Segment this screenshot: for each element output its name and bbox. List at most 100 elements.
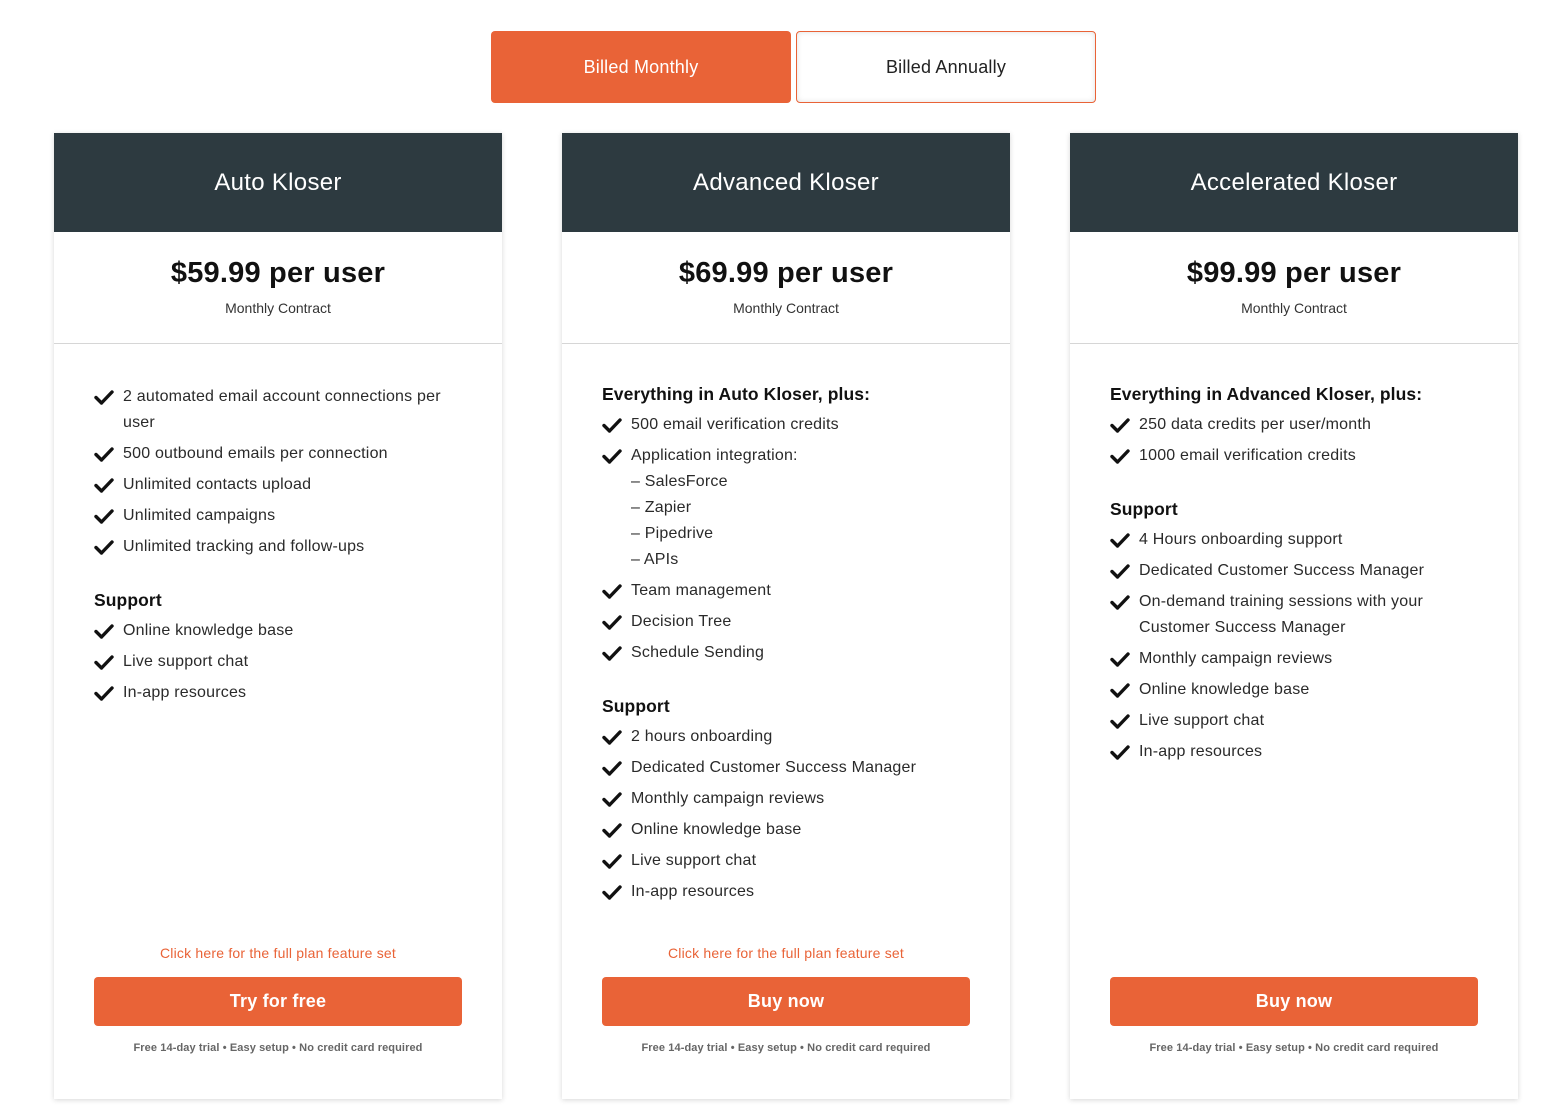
support-text: 4 Hours onboarding support [1139,531,1343,548]
billing-toggle: Billed Monthly Billed Annually [491,31,1096,103]
integration-item: – Pipedrive [631,525,714,542]
fine-print: Free 14-day trial • Easy setup • No cred… [1149,1042,1439,1054]
integration-list: – SalesForce – Zapier – Pipedrive – APIs [602,469,970,573]
contract-type: Monthly Contract [225,300,331,316]
support-item: Live support chat [602,848,970,874]
full-feature-set-link[interactable]: Click here for the full plan feature set [602,945,970,965]
support-text: On-demand training sessions with your Cu… [1139,593,1423,636]
support-item: 2 hours onboarding [602,724,970,750]
plan-name: Advanced Kloser [562,133,1010,232]
feature-list: Everything in Advanced Kloser, plus: 250… [1070,344,1518,765]
support-item: Dedicated Customer Success Manager [1110,558,1478,584]
feature-text: Unlimited campaigns [123,507,276,524]
feature-list: 2 automated email account connections pe… [54,344,502,706]
billed-annually-button[interactable]: Billed Annually [796,31,1096,103]
check-icon [94,472,123,498]
feature-text: 2 automated email account connections pe… [123,388,441,431]
plan-price: $69.99 per user [678,257,894,289]
check-icon [1110,412,1139,438]
try-for-free-button[interactable]: Try for free [94,977,462,1026]
check-icon [602,443,631,469]
card-footer: Buy now Free 14-day trial • Easy setup •… [1110,945,1478,1054]
support-item: Live support chat [1110,708,1478,734]
support-heading: Support [1110,499,1178,519]
feature-item: Decision Tree [602,609,970,635]
check-icon [1110,589,1139,615]
plan-name: Auto Kloser [54,133,502,232]
plan-intro: Everything in Auto Kloser, plus: [602,384,870,404]
feature-text: Application integration: [631,447,798,464]
support-item: Online knowledge base [1110,677,1478,703]
buy-now-button[interactable]: Buy now [1110,977,1478,1026]
check-icon [1110,443,1139,469]
check-icon [1110,708,1139,734]
feature-item: 500 outbound emails per connection [94,441,462,467]
integration-item: – APIs [631,551,679,568]
card-footer: Click here for the full plan feature set… [94,945,462,1054]
contract-type: Monthly Contract [1241,300,1347,316]
check-icon [94,384,123,410]
feature-item: 500 email verification credits [602,412,970,438]
feature-item: Unlimited contacts upload [94,472,462,498]
check-icon [94,441,123,467]
support-text: Online knowledge base [123,622,294,639]
support-item: 4 Hours onboarding support [1110,527,1478,553]
support-text: Live support chat [631,852,757,869]
feature-text: 250 data credits per user/month [1139,416,1372,433]
check-icon [602,578,631,604]
check-icon [602,848,631,874]
check-icon [602,609,631,635]
support-item: Online knowledge base [94,618,462,644]
check-icon [94,534,123,560]
full-feature-set-link[interactable]: Click here for the full plan feature set [94,945,462,965]
feature-text: Schedule Sending [631,644,765,661]
billed-monthly-button[interactable]: Billed Monthly [491,31,791,103]
check-icon [602,724,631,750]
check-icon [1110,558,1139,584]
support-item: Dedicated Customer Success Manager [602,755,970,781]
integration-item: – SalesForce [631,473,728,490]
plan-card-advanced-kloser: Advanced Kloser $69.99 per user Monthly … [562,133,1010,1099]
plan-card-accelerated-kloser: Accelerated Kloser $99.99 per user Month… [1070,133,1518,1099]
check-icon [1110,739,1139,765]
feature-item: 1000 email verification credits [1110,443,1478,469]
support-item: Monthly campaign reviews [602,786,970,812]
support-item: Monthly campaign reviews [1110,646,1478,672]
fine-print: Free 14-day trial • Easy setup • No cred… [133,1042,423,1054]
plan-intro: Everything in Advanced Kloser, plus: [1110,384,1423,404]
check-icon [602,817,631,843]
price-block: $69.99 per user Monthly Contract [562,232,1010,344]
support-text: Dedicated Customer Success Manager [1139,562,1425,579]
feature-item: Schedule Sending [602,640,970,666]
check-icon [602,879,631,905]
check-icon [94,680,123,706]
plan-price: $59.99 per user [170,257,386,289]
support-item: Online knowledge base [602,817,970,843]
feature-item: Unlimited tracking and follow-ups [94,534,462,560]
support-text: Live support chat [1139,712,1265,729]
feature-text: 500 email verification credits [631,416,839,433]
feature-text: Decision Tree [631,613,732,630]
check-icon [602,640,631,666]
support-text: In-app resources [1139,743,1263,760]
feature-text: Unlimited tracking and follow-ups [123,538,365,555]
check-icon [1110,677,1139,703]
buy-now-button[interactable]: Buy now [602,977,970,1026]
integration-item: – Zapier [631,499,692,516]
plan-name: Accelerated Kloser [1070,133,1518,232]
support-text: Monthly campaign reviews [631,790,825,807]
feature-text: Unlimited contacts upload [123,476,312,493]
card-footer: Click here for the full plan feature set… [602,945,970,1054]
feature-item: 250 data credits per user/month [1110,412,1478,438]
contract-type: Monthly Contract [733,300,839,316]
support-text: In-app resources [631,883,755,900]
feature-list: Everything in Auto Kloser, plus: 500 ema… [562,344,1010,905]
support-text: 2 hours onboarding [631,728,773,745]
check-icon [94,503,123,529]
check-icon [602,412,631,438]
fine-print: Free 14-day trial • Easy setup • No cred… [641,1042,931,1054]
price-block: $59.99 per user Monthly Contract [54,232,502,344]
support-text: In-app resources [123,684,247,701]
check-icon [1110,646,1139,672]
feature-text: 500 outbound emails per connection [123,445,388,462]
